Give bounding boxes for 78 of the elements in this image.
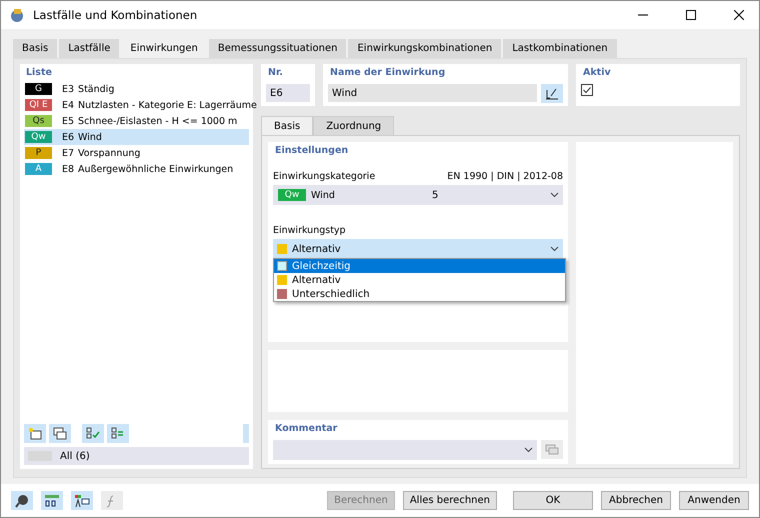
item-name: Ständig xyxy=(78,84,114,94)
list-item[interactable]: A E8 Außergewöhnliche Einwirkungen xyxy=(24,161,249,177)
tab[interactable]: Einwirkungskombinationen xyxy=(348,39,502,58)
chevron-down-icon xyxy=(550,246,559,252)
tab[interactable]: Lastfälle xyxy=(59,39,120,58)
item-name: Schnee-/Eislasten - H <= 1000 m xyxy=(78,116,238,126)
list-header: Liste xyxy=(25,67,53,80)
dialog-button[interactable]: Anwenden xyxy=(679,491,749,510)
dropdown-option[interactable]: Unterschiedlich xyxy=(274,287,565,301)
type-combo[interactable]: Alternativ xyxy=(273,239,563,259)
field-label: Einwirkungstyp xyxy=(273,225,346,236)
dropdown-option[interactable]: Gleichzeitig xyxy=(274,259,565,273)
display-icon xyxy=(74,494,90,508)
field-label: Einwirkungskategorie xyxy=(273,171,376,182)
maximize-icon xyxy=(686,10,696,20)
item-name: Wind xyxy=(78,132,102,142)
list-item[interactable]: P E7 Vorspannung xyxy=(24,145,249,161)
app-icon xyxy=(9,7,25,23)
units-button[interactable] xyxy=(41,491,63,510)
list-item[interactable]: G E3 Ständig xyxy=(24,81,249,97)
dialog-button[interactable]: Abbrechen xyxy=(601,491,671,510)
checklist-icon xyxy=(86,426,100,440)
category-tag: QI E xyxy=(25,99,52,111)
item-code: E6 xyxy=(62,132,74,142)
dialog-button[interactable]: OK xyxy=(513,491,593,510)
list-item[interactable]: Qs E5 Schnee-/Eislasten - H <= 1000 m xyxy=(24,113,249,129)
tab[interactable]: Basis xyxy=(261,116,314,135)
new-item-button[interactable] xyxy=(24,424,46,442)
category-tag: G xyxy=(25,83,52,95)
tab[interactable]: Lastkombinationen xyxy=(503,39,617,58)
item-code: E5 xyxy=(62,116,74,126)
tab[interactable]: Bemessungssituationen xyxy=(208,39,346,58)
new-window-icon xyxy=(28,426,42,440)
copy-icon xyxy=(53,426,67,440)
filter-combo[interactable]: All (6) xyxy=(24,447,249,465)
active-checkbox[interactable] xyxy=(581,84,593,96)
tab[interactable]: Zuordnung xyxy=(313,116,394,135)
chevron-down-icon xyxy=(550,192,559,198)
item-name: Außergewöhnliche Einwirkungen xyxy=(78,164,234,174)
number-field[interactable]: E6 xyxy=(266,84,310,102)
section-title: Einstellungen xyxy=(274,145,350,158)
category-tag: A xyxy=(25,163,52,175)
category-combo[interactable]: Qw Wind 5 xyxy=(273,185,563,205)
field-label: Aktiv xyxy=(582,67,612,80)
dialog-button[interactable]: Alles berechnen xyxy=(402,491,497,510)
tab[interactable]: Basis xyxy=(13,39,58,58)
check-all-button[interactable] xyxy=(82,424,104,442)
dropdown-option[interactable]: Alternativ xyxy=(274,273,565,287)
units-icon xyxy=(44,494,60,508)
field-label: Nr. xyxy=(267,67,284,80)
norm-label: EN 1990 | DIN | 2012-08 xyxy=(447,171,563,182)
category-tag: Qs xyxy=(25,115,52,127)
chevron-down-icon xyxy=(524,447,533,453)
item-code: E7 xyxy=(62,148,74,158)
item-code: E3 xyxy=(62,84,74,94)
section-title: Kommentar xyxy=(274,423,338,436)
close-icon xyxy=(734,10,744,20)
edit-button[interactable] xyxy=(541,84,563,103)
item-code: E8 xyxy=(62,164,74,174)
category-tag: P xyxy=(25,147,52,159)
copy-button[interactable] xyxy=(49,424,71,442)
category-tag: Qw xyxy=(278,189,306,201)
magnifier-icon xyxy=(15,494,29,508)
window-title: Lastfälle und Kombinationen xyxy=(33,8,198,22)
category-tag: Qw xyxy=(25,131,52,143)
toggle-check-button[interactable] xyxy=(107,424,129,442)
display-settings-button[interactable] xyxy=(71,491,93,510)
checklist-swap-icon xyxy=(111,426,125,440)
field-label: Name der Einwirkung xyxy=(329,67,446,80)
edit-icon xyxy=(545,88,559,100)
toolbar-handle[interactable] xyxy=(243,424,249,442)
item-name: Vorspannung xyxy=(78,148,140,158)
list-item[interactable]: Qw E6 Wind xyxy=(24,129,249,145)
help-button[interactable] xyxy=(11,491,33,510)
item-code: E4 xyxy=(62,100,74,110)
windows-icon xyxy=(545,444,559,456)
name-field[interactable]: Wind xyxy=(328,84,537,102)
item-name: Nutzlasten - Kategorie E: Lagerräume xyxy=(78,100,257,110)
